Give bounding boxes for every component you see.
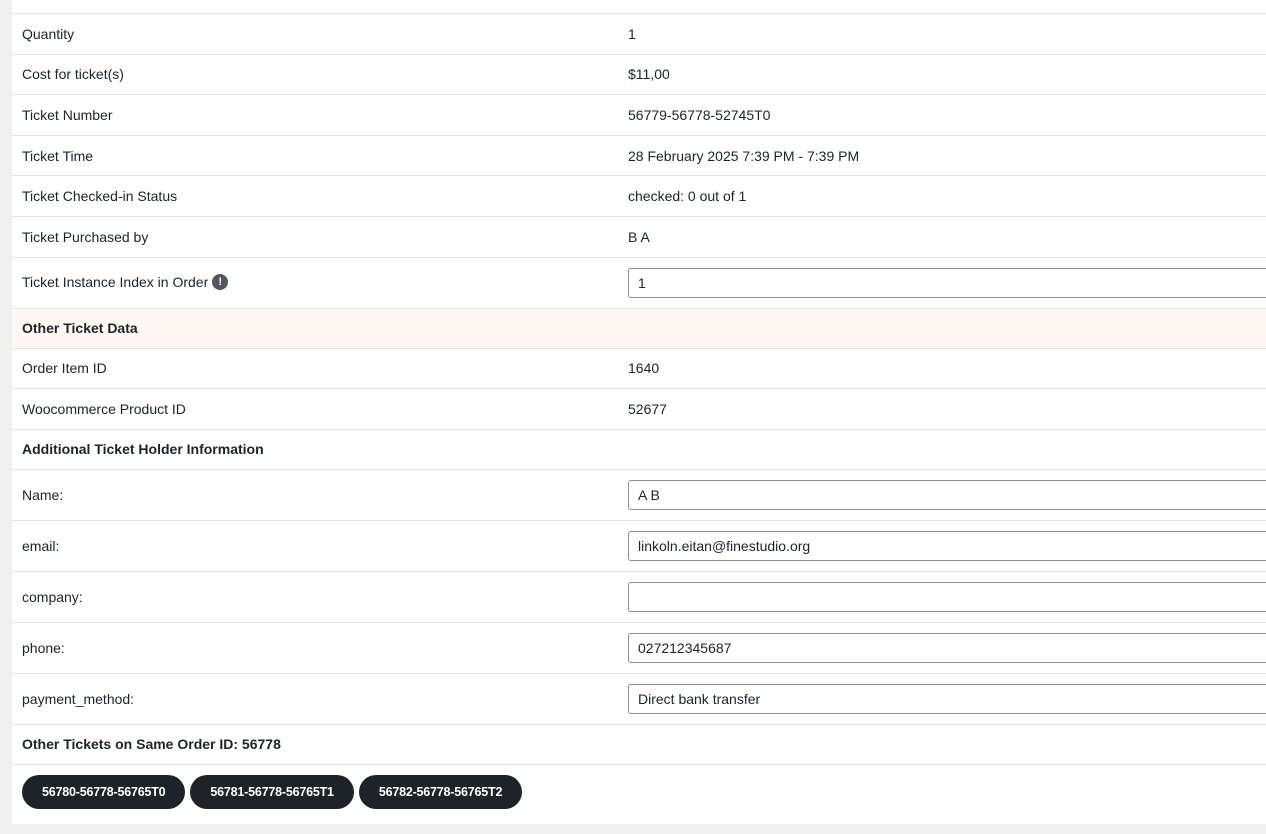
row-value: 52677 (628, 400, 667, 417)
section-title-holder-info: Additional Ticket Holder Information (12, 430, 1266, 470)
field-row-name: Name: (12, 470, 1266, 521)
row-label: Order Item ID (22, 360, 107, 377)
field-row-email: email: (12, 521, 1266, 572)
top-divider (12, 0, 1266, 14)
row-value: 56779-56778-52745T0 (628, 106, 771, 123)
field-label: Name: (22, 486, 64, 503)
instance-index-input[interactable] (628, 267, 1266, 298)
name-input[interactable] (628, 479, 1266, 510)
email-input[interactable] (628, 530, 1266, 561)
row-label: Cost for ticket(s) (22, 66, 124, 83)
field-row-company: company: (12, 572, 1266, 623)
row-label: Ticket Instance Index in Order! (12, 274, 628, 291)
row-purchased-by: Ticket Purchased by B A (12, 217, 1266, 258)
row-label: Ticket Checked-in Status (22, 188, 178, 205)
section-title-other-tickets: Other Tickets on Same Order ID: 56778 (12, 725, 1266, 765)
row-value: 1 (628, 25, 636, 42)
row-value: B A (628, 228, 650, 245)
field-value (628, 683, 1266, 714)
field-value (628, 479, 1266, 510)
row-value: 28 February 2025 7:39 PM - 7:39 PM (628, 147, 860, 164)
field-row-phone: phone: (12, 623, 1266, 674)
ticket-button[interactable]: 56780-56778-56765T0 (22, 774, 186, 809)
field-label: email: (22, 537, 60, 554)
row-quantity: Quantity 1 (12, 14, 1266, 55)
row-order-item-id: Order Item ID 1640 (12, 349, 1266, 390)
field-label: company: (22, 588, 83, 605)
phone-input[interactable] (628, 632, 1266, 663)
field-value (628, 632, 1266, 663)
row-ticket-number: Ticket Number 56779-56778-52745T0 (12, 95, 1266, 136)
row-ticket-time: Ticket Time 28 February 2025 7:39 PM - 7… (12, 136, 1266, 177)
row-label: Quantity (22, 25, 75, 42)
field-value (628, 530, 1266, 561)
section-title-other-ticket-data: Other Ticket Data (12, 308, 1266, 349)
row-value: checked: 0 out of 1 (628, 188, 747, 205)
row-product-id: Woocommerce Product ID 52677 (12, 389, 1266, 430)
row-checkin-status: Ticket Checked-in Status checked: 0 out … (12, 176, 1266, 217)
row-value (628, 267, 1266, 298)
row-label: Woocommerce Product ID (22, 400, 186, 417)
row-value: $11,00 (628, 66, 670, 83)
row-label: Ticket Number (22, 106, 113, 123)
instance-index-label: Ticket Instance Index in Order (22, 273, 209, 290)
field-label: payment_method: (22, 690, 135, 707)
row-instance-index: Ticket Instance Index in Order! (12, 258, 1266, 309)
info-icon[interactable]: ! (212, 274, 229, 291)
row-label: Ticket Time (22, 147, 94, 164)
ticket-details-panel: Quantity 1 Cost for ticket(s) $11,00 Tic… (12, 0, 1266, 824)
row-cost: Cost for ticket(s) $11,00 (12, 55, 1266, 96)
field-label: phone: (22, 639, 65, 656)
field-row-payment-method: payment_method: (12, 674, 1266, 725)
ticket-button[interactable]: 56782-56778-56765T2 (358, 774, 523, 809)
row-label: Ticket Purchased by (22, 228, 149, 245)
payment-method-input[interactable] (628, 683, 1266, 714)
row-value: 1640 (628, 360, 660, 377)
other-tickets-list: 56780-56778-56765T0 56781-56778-56765T1 … (12, 765, 1266, 819)
ticket-button[interactable]: 56781-56778-56765T1 (190, 774, 354, 809)
company-input[interactable] (628, 581, 1266, 612)
field-value (628, 581, 1266, 612)
